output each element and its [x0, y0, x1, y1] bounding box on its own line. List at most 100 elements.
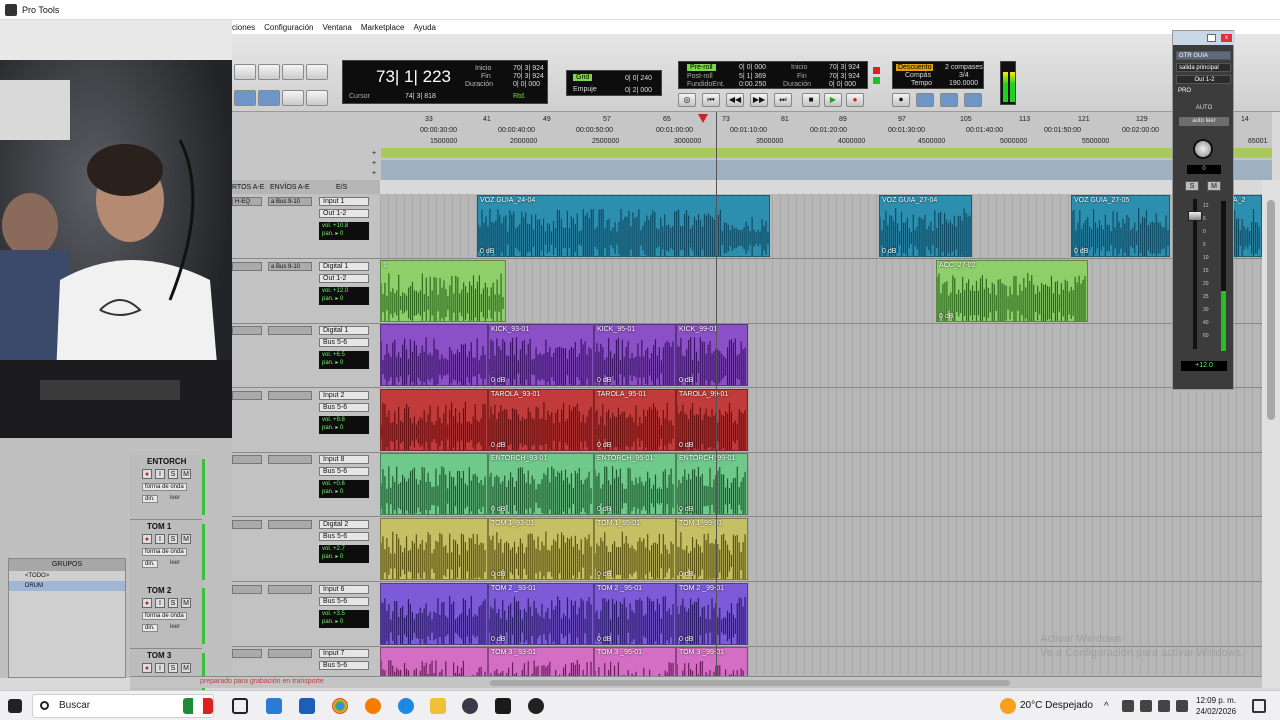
length-value-2[interactable]: 0| 0| 000: [829, 81, 856, 88]
mute-button[interactable]: M: [181, 469, 191, 479]
rewind-icon[interactable]: ◀◀: [726, 93, 744, 107]
mute-button[interactable]: M: [181, 598, 191, 609]
audio-clip[interactable]: TOM 3 _95-01: [594, 647, 676, 678]
record-icon[interactable]: ●: [846, 93, 864, 107]
markers-ruler[interactable]: [381, 148, 1272, 158]
automation-mode[interactable]: leer: [170, 495, 180, 501]
send-slot[interactable]: a Bus 9-10: [268, 197, 312, 206]
volume-pan-readout[interactable]: vol. +10.8 pan. ▸ 0: [319, 222, 369, 240]
nudge-mode-label[interactable]: Rtd.: [513, 93, 526, 100]
audio-clip[interactable]: KICK_95-01 0 dB: [594, 324, 676, 387]
windows-start-icon[interactable]: [8, 699, 22, 713]
audio-clip[interactable]: VOZ GUIA_27-04 0 dB: [879, 195, 972, 257]
tempo-value[interactable]: 190.0000: [949, 80, 978, 87]
record-arm-icon[interactable]: ●: [142, 469, 152, 479]
countoff-bars[interactable]: 2 compases: [945, 64, 983, 71]
audio-clip[interactable]: [380, 582, 488, 645]
click-icon[interactable]: [940, 93, 958, 107]
audio-clip[interactable]: TOM 1_99-01 0 dB: [676, 518, 748, 580]
stop-icon[interactable]: ■: [802, 93, 820, 107]
audio-clip[interactable]: TOM 1_95-01 0 dB: [594, 518, 676, 580]
solo-button[interactable]: S: [168, 533, 178, 544]
insert-slot[interactable]: [232, 455, 262, 465]
track-lane[interactable]: ENTORCH_93-01 0 dB ENTORCH_95-01 0 dB ENTORC…: [380, 452, 1262, 518]
input-monitor-button[interactable]: I: [155, 533, 165, 544]
track-lane[interactable]: 1 ACC_27-02 0 dB: [380, 259, 1262, 324]
audio-clip[interactable]: VOZ GUIA_24-04 0 dB: [477, 195, 770, 257]
automation-mode-selector[interactable]: auto leer: [1179, 117, 1229, 126]
output-selector[interactable]: Bus 5-6: [319, 467, 369, 477]
network-icon[interactable]: [1140, 700, 1152, 712]
mixer-track-name[interactable]: GTR GUIA: [1176, 51, 1231, 60]
vertical-scroll-thumb[interactable]: [1267, 200, 1275, 420]
trim-tool-button[interactable]: [234, 64, 256, 80]
output-selector[interactable]: Bus 5-6: [319, 532, 369, 541]
fast-forward-icon[interactable]: ▶▶: [750, 93, 768, 107]
volume-pan-readout[interactable]: vol. +3.5 pan. ▸ 0: [319, 609, 369, 628]
solo-button[interactable]: S: [1185, 181, 1199, 191]
audio-clip[interactable]: [380, 647, 488, 678]
audio-clip[interactable]: KICK_99-01 0 dB: [676, 324, 748, 387]
volume-fader-cap[interactable]: [1188, 211, 1202, 221]
obs-icon[interactable]: [528, 698, 544, 714]
preroll-value[interactable]: 0| 0| 000: [739, 64, 766, 71]
send-slot[interactable]: [268, 584, 312, 594]
rulers[interactable]: + + + 33 41 49 57 65 73 81 89 97 105 113 121 129 14 00…: [232, 112, 1272, 180]
edge-icon[interactable]: [398, 698, 414, 714]
chevron-up-icon[interactable]: ^: [1104, 701, 1109, 712]
audio-clip[interactable]: TOM 2 _95-01 0 dB: [594, 582, 676, 645]
menu-configuracion[interactable]: Configuración: [264, 23, 313, 32]
send-slot[interactable]: a Bus 9-10: [268, 261, 312, 271]
menu-ventana[interactable]: Ventana: [323, 23, 352, 32]
end-value-2[interactable]: 70| 3| 924: [829, 73, 860, 80]
audio-clip[interactable]: KICK_93-01 0 dB: [488, 324, 594, 387]
tempo-ruler[interactable]: [381, 160, 1272, 170]
input-selector[interactable]: Input 6: [319, 584, 369, 594]
grid-button[interactable]: Grid: [573, 74, 593, 81]
audio-clip[interactable]: [380, 518, 488, 580]
mute-button[interactable]: M: [181, 662, 191, 673]
menu-opciones[interactable]: ciones: [232, 23, 255, 32]
insert-slot[interactable]: [232, 584, 262, 594]
insert-slot[interactable]: [232, 649, 262, 659]
track-view-selector[interactable]: forma de onda: [142, 483, 187, 491]
record-arm-icon[interactable]: ●: [142, 533, 152, 544]
volume-value[interactable]: +12.0: [1181, 361, 1227, 371]
browser-icon[interactable]: [365, 698, 381, 714]
store-icon[interactable]: [266, 698, 282, 714]
play-icon[interactable]: ▶: [824, 93, 842, 107]
solo-button[interactable]: S: [168, 469, 178, 479]
insert-slot[interactable]: [232, 520, 262, 529]
postroll-value[interactable]: 5| 1| 369: [739, 73, 766, 80]
send-slot[interactable]: [268, 455, 312, 465]
audio-clip[interactable]: TOM 1_93-01 0 dB: [488, 518, 594, 580]
audio-clip[interactable]: VOZ GUIA_27-05 0 dB: [1071, 195, 1170, 257]
zoom-preset-button[interactable]: [234, 90, 256, 106]
start-value-2[interactable]: 70| 3| 924: [829, 64, 860, 71]
grabber-hand-icon[interactable]: [258, 64, 280, 80]
pencil-tool-icon[interactable]: [306, 64, 328, 80]
input-selector[interactable]: Input 2: [319, 390, 369, 400]
wait-for-note-icon[interactable]: [916, 93, 934, 107]
output-selector[interactable]: Bus 5-6: [319, 402, 369, 412]
volume-pan-readout[interactable]: vol. +12.0 pan. ▸ 0: [319, 286, 369, 305]
automation-mode[interactable]: leer: [170, 560, 180, 566]
countoff-toggle[interactable]: Descuento: [896, 64, 934, 71]
track-lane[interactable]: TOM 1_93-01 0 dB TOM 1_95-01 0 dB TOM 1_99-0…: [380, 517, 1262, 582]
fadein-toggle[interactable]: FundidoEnt.: [687, 81, 725, 88]
playlist-selector[interactable]: din.: [142, 624, 158, 633]
audio-clip[interactable]: TOM 3 _99-01: [676, 647, 748, 678]
preroll-toggle[interactable]: Pre-roll: [687, 64, 716, 71]
solo-button[interactable]: S: [168, 598, 178, 609]
input-selector[interactable]: Digital 1: [319, 326, 369, 336]
track-view-selector[interactable]: forma de onda: [142, 612, 187, 621]
notifications-icon[interactable]: [1252, 699, 1266, 713]
playlist-selector[interactable]: din.: [142, 495, 158, 503]
horizontal-scrollbar[interactable]: [490, 680, 1010, 686]
send-slot[interactable]: [268, 326, 312, 336]
audio-clip[interactable]: ENTORCH_95-01 0 dB: [594, 453, 676, 516]
output-selector[interactable]: Out 1-2: [319, 273, 369, 283]
audio-clip[interactable]: TAROLA_95-01 0 dB: [594, 388, 676, 451]
main-counter[interactable]: 73| 1| 223 Cursor 74| 3| 818 Inicio Fin …: [342, 60, 548, 104]
input-selector[interactable]: Digital 1: [319, 261, 369, 271]
